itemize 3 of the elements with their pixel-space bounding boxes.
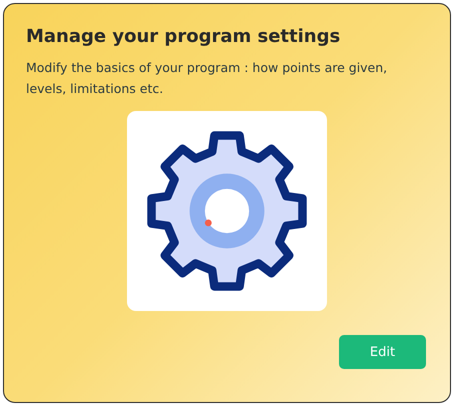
card-title: Manage your program settings bbox=[26, 26, 342, 47]
card-description: Modify the basics of your program : how points are given, levels, limitations etc. bbox=[26, 59, 388, 98]
edit-button[interactable]: Edit bbox=[339, 335, 426, 369]
